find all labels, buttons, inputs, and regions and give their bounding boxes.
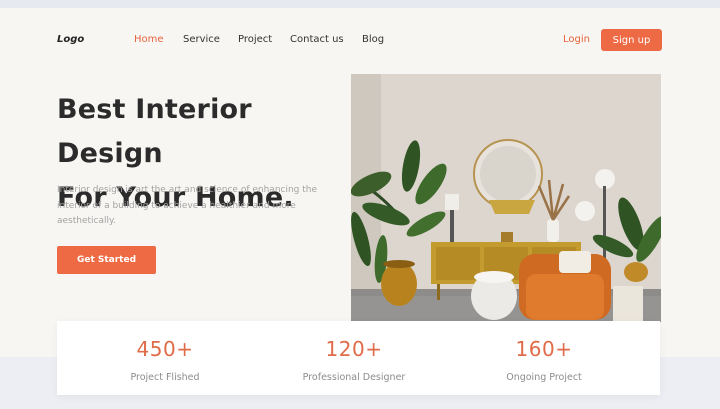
living-room-illustration: [351, 74, 661, 322]
stat-value: 160+: [515, 337, 573, 361]
stat-label: Ongoing Project: [506, 372, 582, 383]
nav-blog[interactable]: Blog: [362, 34, 384, 45]
stat-projects-finished: 450+ Project Flished: [75, 321, 255, 383]
top-strip: [0, 0, 720, 8]
hero-description: Interior design is art the art and scien…: [57, 185, 318, 226]
nav-home[interactable]: Home: [134, 34, 164, 45]
signup-button[interactable]: Sign up: [601, 29, 662, 51]
stat-label: Project Flished: [130, 372, 200, 383]
get-started-button[interactable]: Get Started: [57, 246, 156, 274]
nav-project[interactable]: Project: [238, 34, 272, 45]
logo[interactable]: Logo: [57, 34, 84, 45]
stat-value: 120+: [325, 337, 383, 361]
login-link[interactable]: Login: [563, 34, 590, 45]
stat-value: 450+: [136, 337, 194, 361]
stat-label: Professional Designer: [302, 372, 406, 383]
hero-image: [351, 74, 661, 322]
hero-title-line-1: Best Interior Design: [57, 94, 252, 169]
nav-service[interactable]: Service: [183, 34, 220, 45]
nav-contact-us[interactable]: Contact us: [290, 34, 344, 45]
stat-professional-designers: 120+ Professional Designer: [264, 321, 444, 383]
stat-ongoing-projects: 160+ Ongoing Project: [454, 321, 634, 383]
stats-card: 450+ Project Flished 120+ Professional D…: [57, 321, 660, 395]
